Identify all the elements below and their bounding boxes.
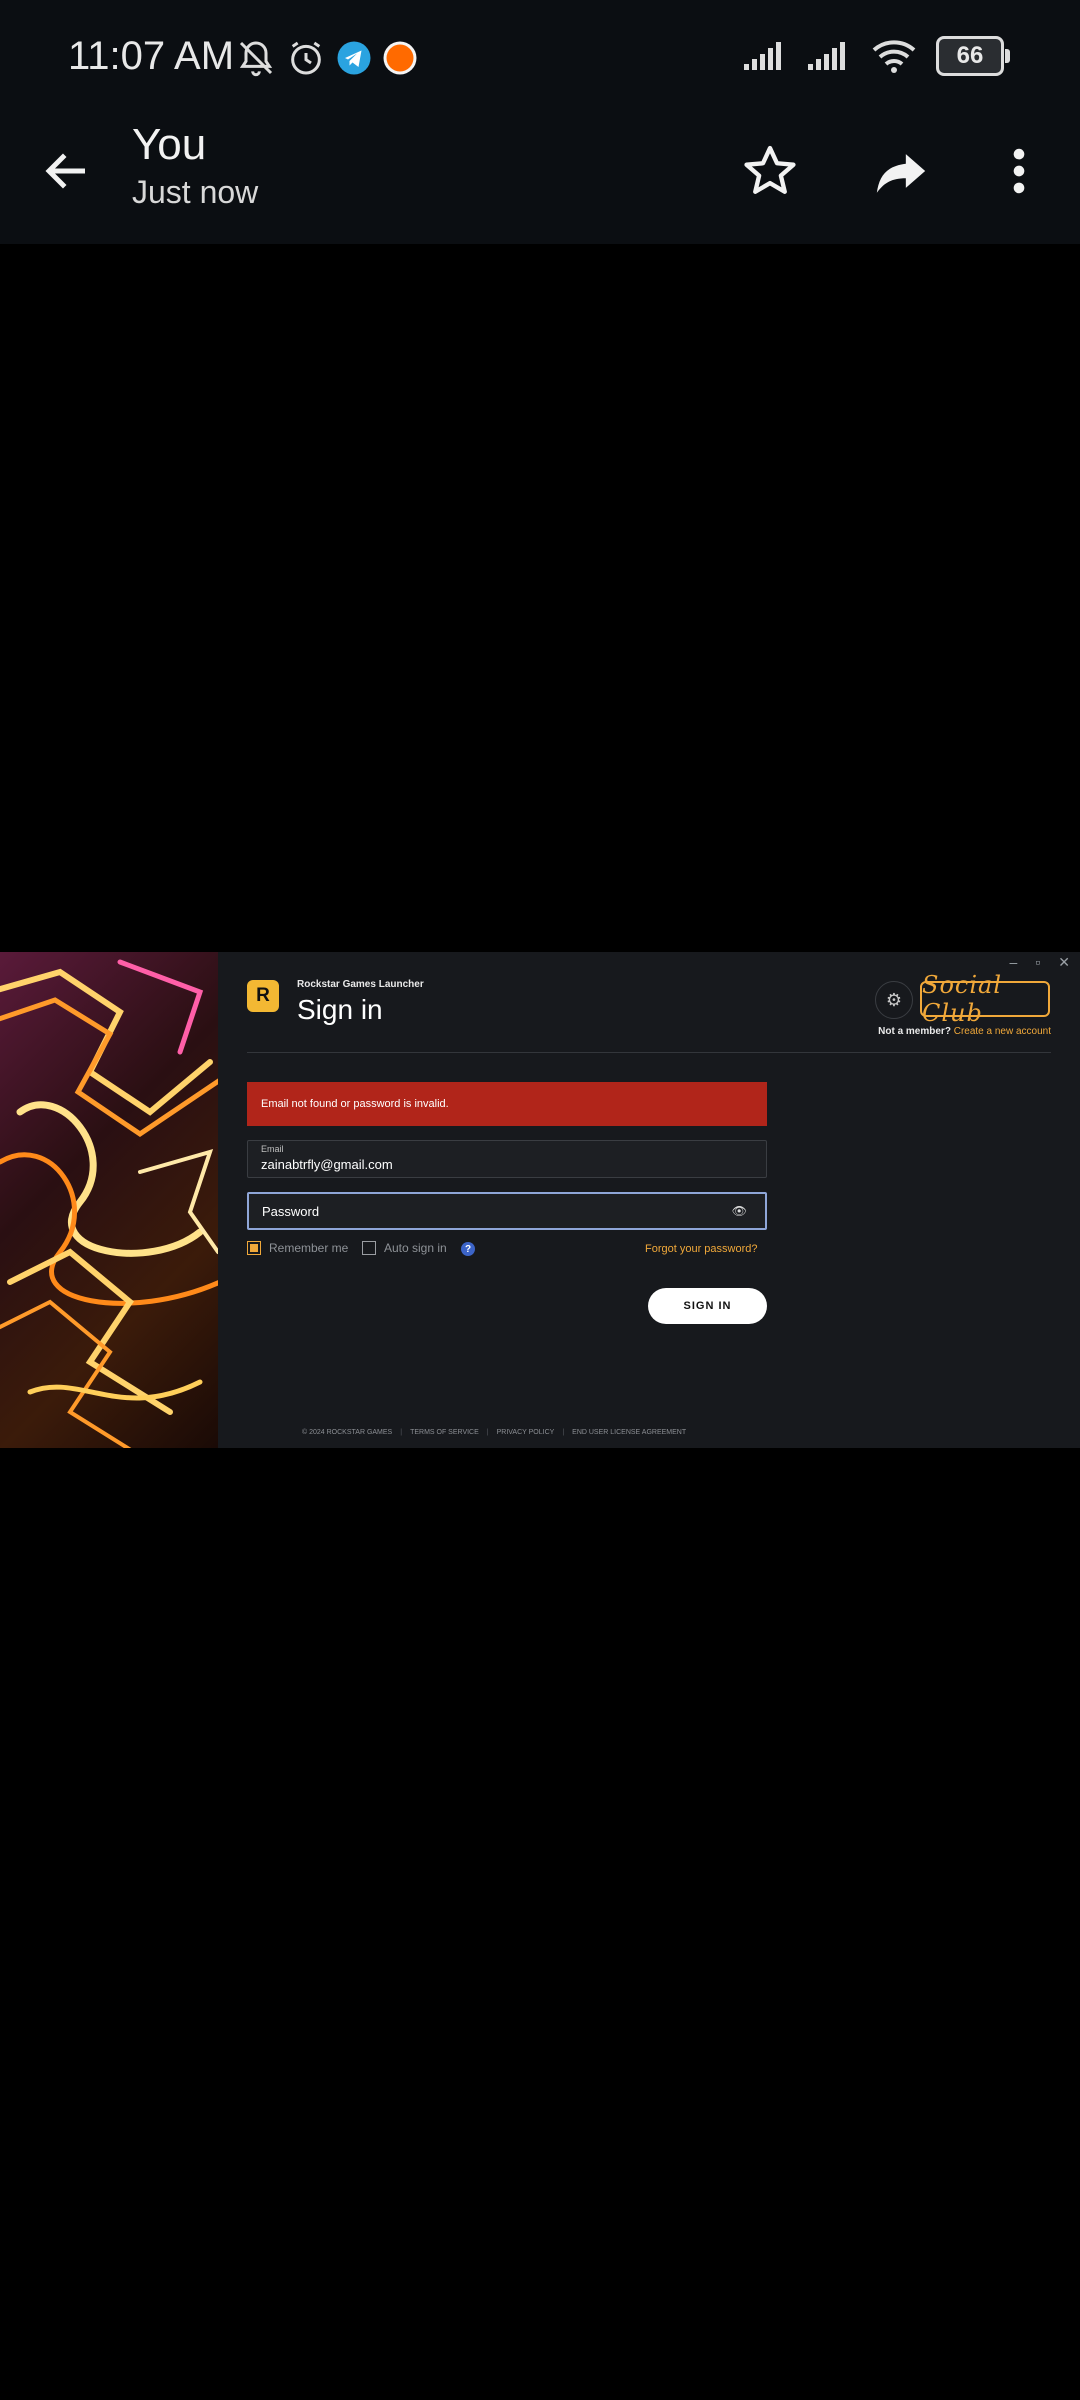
help-icon[interactable]: ?	[461, 1242, 475, 1256]
terms-link[interactable]: TERMS OF SERVICE	[410, 1429, 479, 1436]
footer-separator: |	[486, 1429, 489, 1436]
minimize-icon[interactable]: –	[1010, 954, 1018, 971]
share-icon[interactable]	[872, 142, 930, 200]
password-placeholder[interactable]: Password	[262, 1204, 319, 1219]
help-glyph: ?	[464, 1243, 472, 1255]
copyright-text: © 2024 ROCKSTAR GAMES	[302, 1429, 393, 1436]
shared-screenshot: – ▫ ✕ R Rockstar Games Launcher Sign in …	[0, 952, 1080, 1448]
eula-link[interactable]: END USER LICENSE AGREEMENT	[572, 1429, 686, 1436]
forgot-password-link[interactable]: Forgot your password?	[645, 1243, 758, 1255]
title-block: You Just now	[132, 118, 258, 211]
remember-me-label: Remember me	[269, 1241, 349, 1255]
star-icon[interactable]	[741, 142, 799, 200]
app-notification-icon	[383, 41, 417, 75]
alarm-icon	[291, 41, 321, 75]
auto-sign-in-checkbox[interactable]	[362, 1241, 376, 1255]
logo-letter: R	[256, 985, 270, 1006]
footer-separator: |	[562, 1429, 565, 1436]
auto-sign-in-label: Auto sign in	[384, 1241, 447, 1255]
status-bar: 11:07 AM 66	[0, 0, 1080, 118]
battery-level: 66	[956, 42, 984, 69]
system-icons: 66	[742, 36, 1010, 76]
privacy-link[interactable]: PRIVACY POLICY	[497, 1429, 555, 1436]
back-arrow-icon[interactable]	[40, 144, 94, 198]
footer-links: © 2024 ROCKSTAR GAMES | TERMS OF SERVICE…	[302, 1429, 686, 1436]
maximize-icon[interactable]: ▫	[1035, 954, 1040, 971]
app-bar: You Just now	[0, 118, 1080, 244]
window-controls: – ▫ ✕	[1010, 954, 1071, 971]
battery-icon: 66	[936, 36, 1010, 76]
neon-artwork-graphic	[0, 959, 218, 1448]
footer-separator: |	[400, 1429, 403, 1436]
show-password-eye-icon[interactable]: 👁	[732, 1204, 747, 1218]
password-field[interactable]: Password 👁	[247, 1192, 767, 1230]
launcher-name: Rockstar Games Launcher	[297, 979, 424, 990]
error-banner: Email not found or password is invalid.	[247, 1082, 767, 1126]
more-options-icon[interactable]	[990, 142, 1048, 200]
email-field[interactable]: Email zainabtrfly@gmail.com	[247, 1140, 767, 1178]
create-account-link[interactable]: Create a new account	[954, 1026, 1051, 1037]
game-artwork	[0, 952, 218, 1448]
social-club-logo: Social Club	[920, 971, 1050, 1027]
sign-in-heading: Sign in	[297, 994, 383, 1025]
status-time: 11:07 AM	[68, 34, 235, 78]
signal-icon	[808, 42, 845, 70]
email-value[interactable]: zainabtrfly@gmail.com	[261, 1157, 393, 1172]
settings-gear-icon[interactable]: ⚙	[875, 981, 913, 1019]
member-question: Not a member?	[878, 1026, 951, 1037]
close-icon[interactable]: ✕	[1058, 954, 1070, 971]
rockstar-logo-icon: R	[247, 980, 279, 1012]
page-title: You	[132, 120, 207, 169]
wifi-icon	[872, 40, 916, 73]
bell-off-icon	[239, 41, 273, 77]
social-club-logo-text: Social Club	[922, 971, 1002, 1027]
remember-me-option[interactable]: Remember me	[247, 1241, 348, 1255]
auto-sign-in-option[interactable]: Auto sign in	[362, 1241, 447, 1255]
page-subtitle: Just now	[132, 174, 259, 210]
notification-icons	[236, 38, 418, 78]
member-prompt: Not a member? Create a new account	[878, 1026, 1051, 1037]
email-label: Email	[261, 1144, 284, 1154]
telegram-icon	[337, 41, 371, 75]
signal-icon	[744, 42, 781, 70]
header-divider	[247, 1052, 1051, 1053]
sign-in-button[interactable]: SIGN IN	[648, 1288, 767, 1324]
remember-me-checkbox[interactable]	[247, 1241, 261, 1255]
